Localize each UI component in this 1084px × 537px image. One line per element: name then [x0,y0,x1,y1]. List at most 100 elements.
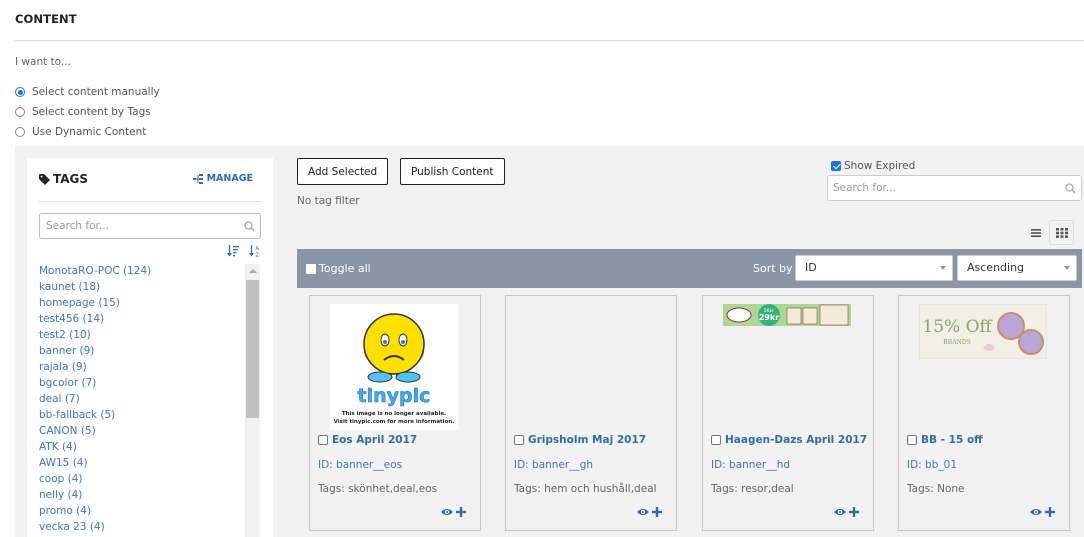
tag-item[interactable]: banner (9) [39,343,249,359]
tag-item[interactable]: deal (7) [39,391,249,407]
radio-label: Select content manually [32,86,160,98]
eye-icon[interactable] [637,508,649,516]
plus-icon[interactable] [849,507,859,517]
tag-search-input[interactable] [46,220,231,232]
radio-dynamic-content[interactable]: Use Dynamic Content [15,122,160,142]
tag-item[interactable]: bb-fallback (5) [39,407,249,423]
sort-by-label: Sort by [753,262,793,275]
plus-icon[interactable] [456,507,466,517]
svg-text:A: A [256,246,260,252]
sitemap-icon [192,173,203,184]
tag-item[interactable]: vecka 23 (4) [39,519,249,535]
tag-item[interactable]: test2 (10) [39,327,249,343]
tag-item[interactable]: kaunet (18) [39,279,249,295]
tag-item[interactable]: ATK (4) [39,439,249,455]
card-checkbox[interactable] [711,435,721,445]
tag-item[interactable]: nelly (4) [39,487,249,503]
card-checkbox[interactable] [907,435,917,445]
search-icon [1065,183,1076,194]
sort-by-count-icon[interactable] [227,245,239,257]
tag-filter-status: No tag filter [297,195,360,207]
tag-item[interactable]: bgcolor (7) [39,375,249,391]
card-id: ID: banner__gh [514,459,594,471]
sort-order-value: Ascending [967,261,1025,274]
tag-list-scrollbar[interactable] [245,264,260,537]
tag-item[interactable]: MonotaRO-POC (124) [39,263,249,279]
toggle-all-label: Toggle all [319,262,371,275]
tag-item[interactable]: homepage (15) [39,295,249,311]
content-workspace: TAGS MANAGE AZ MonotaRO-POC (124) kaunet… [15,146,1084,537]
publish-content-button[interactable]: Publish Content [400,158,505,185]
radio-label: Select content by Tags [32,106,151,118]
content-search-input[interactable] [833,182,1053,194]
grid-view-button[interactable] [1049,220,1074,245]
sort-order-select[interactable]: Ascending [957,255,1077,281]
radio-button[interactable] [15,127,25,137]
card-tags: Tags: None [907,483,965,495]
plus-icon[interactable] [1045,507,1055,517]
card-actions [637,507,662,517]
grid-view-icon [1055,227,1068,238]
plus-icon[interactable] [652,507,662,517]
tinypic-line-1: This image is no longer available. [342,411,446,417]
search-icon [244,221,255,232]
radio-select-manually[interactable]: Select content manually [15,82,160,102]
toggle-all-control[interactable]: Toggle all [306,262,371,275]
card-title[interactable]: Gripsholm Maj 2017 [514,434,646,446]
eye-icon[interactable] [1030,508,1042,516]
content-search-field[interactable] [827,175,1082,201]
tag-item[interactable]: coop (4) [39,471,249,487]
eye-icon[interactable] [834,508,846,516]
radio-button[interactable] [15,107,25,117]
show-expired-toggle[interactable]: Show Expired [831,160,915,172]
show-expired-checkbox[interactable] [831,161,841,171]
content-mode-radio-group: Select content manually Select content b… [15,82,160,142]
bb-sub: BRANDS [943,339,970,346]
card-title-text[interactable]: Gripsholm Maj 2017 [528,434,646,446]
card-checkbox[interactable] [318,435,328,445]
card-title-text[interactable]: BB - 15 off [921,434,983,446]
tag-item[interactable]: AW15 (4) [39,455,249,471]
card-title-text[interactable]: Haagen-Dazs April 2017 [725,434,867,446]
tag-search-field[interactable] [39,213,261,239]
toggle-all-checkbox[interactable] [306,263,316,274]
list-view-icon[interactable] [1029,226,1043,240]
card-title[interactable]: Haagen-Dazs April 2017 [711,434,867,446]
page-title: CONTENT [15,12,77,26]
tag-item[interactable]: rajala (9) [39,359,249,375]
tinypic-brand: tinypic [358,385,431,407]
radio-button[interactable] [15,87,25,97]
card-id: ID: banner__hd [711,459,791,471]
card-actions [834,507,859,517]
card-title[interactable]: Eos April 2017 [318,434,417,446]
tag-item[interactable]: promo (4) [39,503,249,519]
tag-list: MonotaRO-POC (124) kaunet (18) homepage … [39,263,249,535]
sort-alpha-icon[interactable]: AZ [249,245,261,257]
bb-15-off-banner-image: 15% Off BRANDS [919,304,1047,359]
tags-header: TAGS [39,172,88,186]
sort-field-select[interactable]: ID [795,255,953,281]
add-selected-button[interactable]: Add Selected [297,158,389,185]
manage-tags-button[interactable]: MANAGE [192,173,253,184]
tag-item[interactable]: test456 (14) [39,311,249,327]
eye-icon[interactable] [441,508,453,516]
tags-divider [39,201,261,202]
card-tags: Tags: resor,deal [711,483,794,495]
scroll-up-arrow-icon[interactable] [245,264,260,278]
card-title[interactable]: BB - 15 off [907,434,983,446]
card-id: ID: bb_01 [907,459,957,471]
tag-icon [39,173,50,185]
card-id: ID: banner__eos [318,459,403,471]
card-tags: Tags: hem och hushåll,deal [514,483,657,495]
card-title-text[interactable]: Eos April 2017 [332,434,417,446]
content-card: 15% Off BRANDS BB - 15 off ID: bb_01 Tag… [898,295,1070,531]
tag-item[interactable]: CANON (5) [39,423,249,439]
card-checkbox[interactable] [514,435,524,445]
tinypic-unavailable-image: tinypic This image is no longer availabl… [330,304,458,430]
sort-field-value: ID [805,261,817,274]
radio-select-by-tags[interactable]: Select content by Tags [15,102,160,122]
manage-label: MANAGE [206,173,253,184]
scrollbar-thumb[interactable] [246,280,259,418]
tags-title: TAGS [53,172,89,186]
haagen-dazs-banner-image: 56kr 29kr [723,304,851,326]
